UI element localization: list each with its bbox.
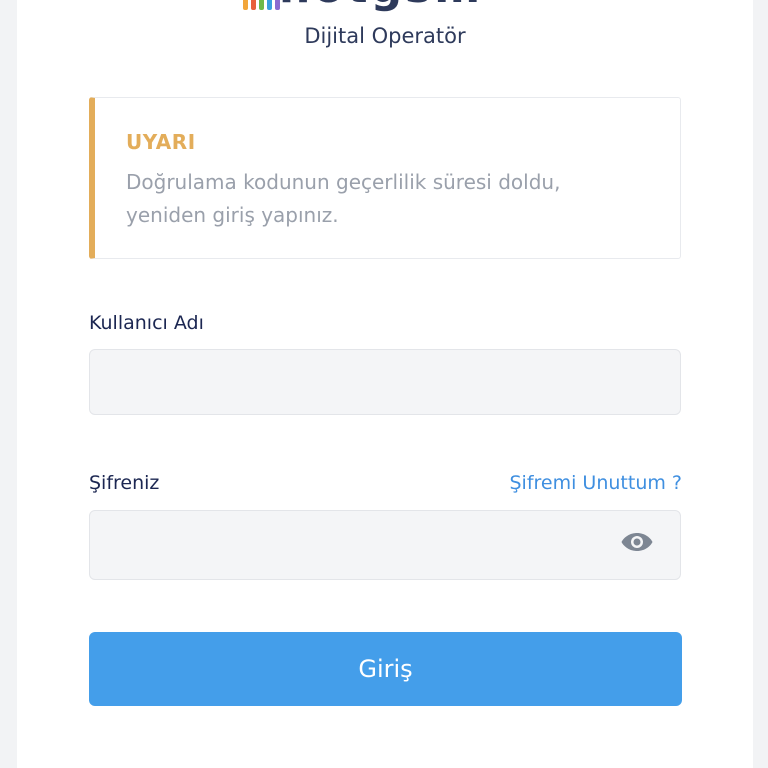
forgot-password-link[interactable]: Şifremi Unuttum ? [509,472,682,494]
alert-title: UYARI [126,130,196,154]
logo-wordmark: hotgsm [279,0,483,10]
login-card: hotgsm Dijital Operatör UYARI Doğrulama … [17,0,753,768]
eye-icon[interactable] [620,528,654,556]
alert-message: Doğrulama kodunun geçerlilik süresi dold… [126,170,561,227]
logo: hotgsm Dijital Operatör [17,0,753,60]
password-input[interactable] [89,510,681,580]
login-button[interactable]: Giriş [89,632,682,706]
logo-subtitle: Dijital Operatör [304,24,466,48]
username-input[interactable] [89,349,681,415]
warning-alert: UYARI Doğrulama kodunun geçerlilik süres… [89,97,681,259]
username-label: Kullanıcı Adı [89,312,204,334]
password-label: Şifreniz [89,472,160,494]
